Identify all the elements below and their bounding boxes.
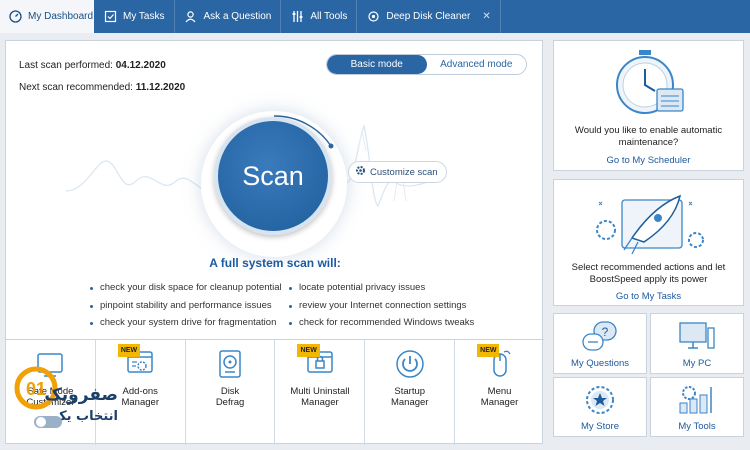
disk-defrag-icon — [219, 350, 241, 378]
close-icon[interactable]: ✕ — [482, 11, 490, 22]
tab-my-dashboard[interactable]: My Dashboard — [0, 0, 94, 33]
settings-icon — [366, 10, 380, 24]
tool-multi-uninstall-manager[interactable]: NEW Multi Uninstall Manager — [275, 340, 366, 445]
scheduler-link[interactable]: Go to My Scheduler — [554, 155, 743, 166]
mytools-icon — [679, 386, 712, 414]
tab-label: My Dashboard — [28, 11, 94, 22]
my-pc-tile[interactable]: My PC — [650, 313, 744, 374]
pc-icon — [679, 321, 715, 349]
scheduler-text: Would you like to enable automatic maint… — [574, 125, 723, 148]
tab-label: All Tools — [310, 11, 348, 22]
list-item: pinpoint stability and performance issue… — [90, 297, 282, 315]
tasks-panel: Select recommended actions and let Boost… — [553, 179, 744, 306]
clock-calendar-icon — [616, 50, 684, 114]
tab-ask-question[interactable]: Ask a Question — [175, 0, 282, 33]
svg-text:01: 01 — [26, 379, 46, 399]
scheduler-panel: Would you like to enable automatic maint… — [553, 40, 744, 171]
svg-text:انتخاب یک: انتخاب یک — [53, 409, 118, 424]
tab-label: Ask a Question — [203, 11, 272, 22]
new-badge: NEW — [477, 344, 500, 357]
new-badge: NEW — [297, 344, 320, 357]
basic-mode-button[interactable]: Basic mode — [327, 55, 427, 74]
my-store-tile[interactable]: My Store — [553, 376, 647, 437]
tab-my-tasks[interactable]: My Tasks — [94, 0, 175, 33]
mode-toggle: Basic mode Advanced mode — [326, 54, 527, 75]
tool-disk-defrag[interactable]: Disk Defrag — [186, 340, 276, 445]
rocket-icon — [596, 194, 704, 255]
next-scan-info: Next scan recommended: 11.12.2020 — [19, 82, 186, 93]
list-item: check your disk space for cleanup potent… — [90, 279, 282, 297]
dashboard-icon — [9, 10, 22, 24]
tasks-link[interactable]: Go to My Tasks — [554, 291, 743, 302]
tasks-text: Select recommended actions and let Boost… — [571, 262, 726, 285]
list-item: locate potential privacy issues — [289, 279, 474, 297]
full-scan-title: A full system scan will: — [209, 256, 341, 270]
gear-icon — [355, 165, 366, 179]
tasks-icon — [103, 10, 117, 24]
my-questions-tile[interactable]: ? My Questions — [553, 313, 647, 374]
scan-button[interactable]: Scan — [214, 117, 332, 235]
tool-menu-manager[interactable]: NEW Menu Manager — [455, 340, 544, 445]
list-item: check for recommended Windows tweaks — [289, 314, 474, 332]
advanced-mode-button[interactable]: Advanced mode — [427, 55, 527, 74]
tab-deep-disk-cleaner[interactable]: Deep Disk Cleaner ✕ — [357, 0, 501, 33]
tab-all-tools[interactable]: All Tools — [281, 0, 358, 33]
tab-label: My Tasks — [123, 11, 165, 22]
tool-startup-manager[interactable]: Startup Manager — [365, 340, 456, 445]
watermark-logo: 01 صفرویک انتخاب یک — [10, 356, 128, 436]
person-icon — [184, 10, 198, 24]
svg-text:?: ? — [602, 325, 609, 339]
app-window: My Dashboard My Tasks Ask a Question All… — [0, 0, 750, 450]
tools-icon — [290, 10, 304, 24]
my-tools-tile[interactable]: My Tools — [650, 376, 744, 437]
list-item: check your system drive for fragmentatio… — [90, 314, 282, 332]
scan-benefits-left: check your disk space for cleanup potent… — [90, 279, 282, 332]
customize-scan-button[interactable]: Customize scan — [348, 161, 447, 183]
store-icon — [586, 386, 614, 414]
tab-bar: My Dashboard My Tasks Ask a Question All… — [0, 0, 750, 33]
list-item: review your Internet connection settings — [289, 297, 474, 315]
questions-icon: ? — [582, 320, 617, 351]
quick-links-grid: ? My Questions My PC My Store My Tools — [553, 313, 744, 437]
scan-benefits-right: locate potential privacy issues review y… — [289, 279, 474, 332]
last-scan-info: Last scan performed: 04.12.2020 — [19, 60, 166, 71]
power-icon — [395, 350, 424, 378]
svg-text:صفرویک: صفرویک — [44, 385, 118, 405]
tab-label: Deep Disk Cleaner — [386, 11, 471, 22]
